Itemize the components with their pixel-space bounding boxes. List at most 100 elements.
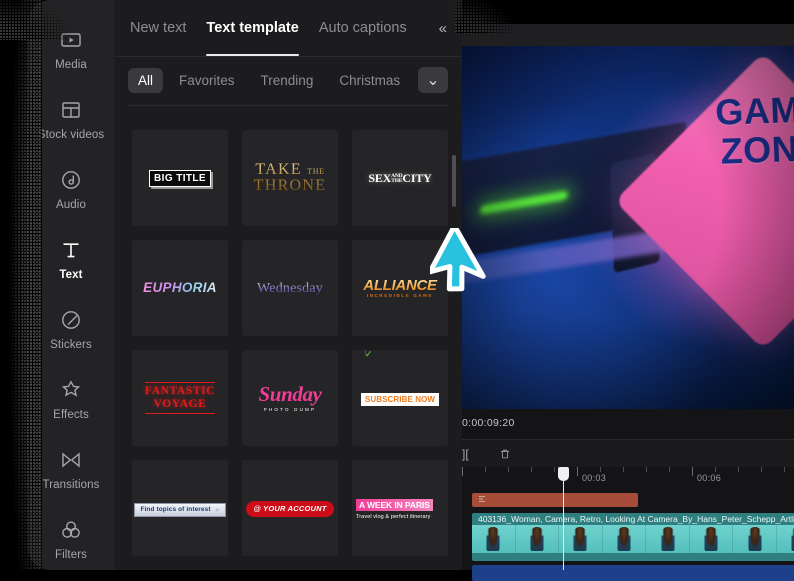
timeline-playhead[interactable] [558, 467, 569, 570]
sidebar-item-stickers[interactable]: Stickers [28, 294, 114, 364]
sidebar-item-label: Transitions [42, 478, 100, 491]
template-label-tiny2: THE [391, 178, 403, 185]
preview-vignette [462, 46, 794, 409]
template-sublabel: PHOTO DUMP [263, 406, 317, 412]
video-editor-window: Media Stock videos Audio Text Stickers E… [0, 0, 794, 581]
timecode-value: 0:00:09:20 [462, 417, 515, 429]
timeline-audio-clip[interactable] [472, 565, 794, 581]
video-clip-name: 403136_Woman, Camera, Retro, Looking At … [478, 514, 794, 524]
video-thumbnail [646, 525, 690, 553]
chip-all[interactable]: All [128, 67, 164, 93]
video-thumbnail [472, 525, 516, 553]
sidebar-item-label: Filters [54, 548, 87, 561]
stock-videos-icon [59, 98, 83, 122]
media-icon [59, 28, 83, 52]
template-label: EUPHORIA [143, 280, 217, 295]
sidebar-item-effects[interactable]: Effects [28, 364, 114, 434]
sidebar-item-transitions[interactable]: Transitions [28, 434, 114, 504]
sidebar-item-audio[interactable]: Audio [28, 154, 114, 224]
playhead-handle[interactable] [558, 467, 569, 481]
effects-icon [59, 378, 83, 402]
collapse-panel-icon[interactable]: « [439, 20, 447, 37]
template-label: SUBSCRIBE NOW [364, 394, 436, 404]
text-icon [59, 238, 83, 262]
timeline-text-clip[interactable] [472, 493, 638, 507]
video-thumbnail [689, 525, 734, 553]
video-thumbnail [733, 525, 777, 553]
chip-favorites[interactable]: Favorites [169, 68, 245, 93]
sidebar-item-label: Media [55, 58, 87, 71]
ruler-label: 00:03 [582, 473, 607, 483]
template-label: A WEEK IN PARIS [356, 499, 433, 511]
delete-icon[interactable] [499, 448, 511, 460]
audio-icon [59, 168, 83, 192]
tab-auto-captions[interactable]: Auto captions [319, 0, 407, 56]
template-card-fantastic-voyage[interactable]: FANTASTIC VOYAGE [132, 350, 228, 446]
template-card-take-the-throne[interactable]: TAKE THE THRONE [242, 130, 338, 226]
sidebar-item-label: Audio [56, 198, 86, 211]
template-label: Sunday [258, 381, 322, 406]
template-card-euphoria[interactable]: EUPHORIA [132, 240, 228, 336]
video-thumbnail [515, 525, 560, 553]
timeline-tracks: 403136_Woman, Camera, Retro, Looking At … [462, 489, 794, 581]
template-label-2: THRONE [253, 177, 327, 194]
panel-scrollbar[interactable] [452, 155, 456, 207]
sidebar-item-label: Stock videos [37, 128, 105, 141]
template-card-wednesday[interactable]: Wednesday [242, 240, 338, 336]
split-icon[interactable]: ][ [462, 447, 469, 461]
panel-divider [128, 105, 448, 106]
timecode-readout: 0:00:09:20 [462, 409, 794, 439]
template-card-your-account[interactable]: @ YOUR ACCOUNT [242, 460, 338, 556]
text-clip-icon [478, 495, 486, 505]
template-card-sunday[interactable]: Sunday PHOTO DUMP [242, 350, 338, 446]
ruler-label: 00:06 [697, 473, 722, 483]
search-icon: ⌕ [215, 506, 220, 514]
template-card-a-week-in-paris[interactable]: A WEEK IN PARIS Travel vlog & perfect it… [352, 460, 448, 556]
category-chip-row: All Favorites Trending Christmas ⌄ [114, 57, 462, 93]
preview-toolbar [462, 24, 794, 46]
editor-main-area: GAME ZONE 0:00:09:20 ][ 00:03 [462, 0, 794, 581]
transitions-icon [59, 448, 83, 472]
template-label: Find topics of interest [140, 505, 211, 513]
template-card-find-topics[interactable]: Find topics of interest ⌕ [132, 460, 228, 556]
text-panel: New text Text template Auto captions « A… [114, 0, 462, 570]
preview-topbar [462, 0, 794, 24]
template-label: FANTASTIC [144, 384, 216, 397]
video-thumbnail [602, 525, 647, 553]
template-card-big-title[interactable]: BIG TITLE [132, 130, 228, 226]
template-card-sex-and-the-city[interactable]: SEXAND THECITY [352, 130, 448, 226]
timeline-toolbar: ][ [462, 439, 794, 468]
video-preview[interactable]: GAME ZONE [462, 46, 794, 409]
template-label-2: VOYAGE [153, 398, 207, 410]
template-grid-wrapper: BIG TITLE TAKE THE THRONE SEXANDTHECITY [114, 122, 462, 570]
template-label: ALLIANCE [363, 276, 437, 294]
timeline-video-clip[interactable]: 403136_Woman, Camera, Retro, Looking At … [472, 513, 794, 561]
sidebar-item-stock-videos[interactable]: Stock videos [28, 84, 114, 154]
template-label-2: CITY [402, 170, 432, 185]
filters-icon [59, 518, 83, 542]
template-card-subscribe-now[interactable]: ✓ SUBSCRIBE NOW [352, 350, 448, 446]
tab-new-text[interactable]: New text [130, 0, 186, 56]
chevron-down-icon[interactable]: ⌄ [418, 67, 448, 93]
stickers-icon [59, 308, 83, 332]
tab-text-template[interactable]: Text template [206, 0, 300, 56]
sidebar-item-text[interactable]: Text [28, 224, 114, 294]
template-label: Wednesday [257, 281, 323, 296]
sidebar-item-filters[interactable]: Filters [28, 504, 114, 574]
video-thumbnail [559, 525, 603, 553]
timeline-ruler[interactable]: 00:03 00:06 [462, 467, 794, 490]
check-icon: ✓ [364, 350, 373, 359]
left-nav-rail: Media Stock videos Audio Text Stickers E… [28, 0, 114, 570]
chip-trending[interactable]: Trending [251, 68, 324, 93]
panel-tab-bar: New text Text template Auto captions « [114, 0, 462, 57]
template-sublabel: Travel vlog & perfect itinerary [356, 513, 431, 520]
sidebar-item-media[interactable]: Media [28, 14, 114, 84]
template-label-mid: THE [307, 166, 325, 176]
chip-christmas[interactable]: Christmas [329, 68, 410, 93]
video-thumbnail-strip [472, 525, 794, 553]
video-thumbnail [776, 525, 794, 553]
template-sublabel: INCREDIBLE GAME [366, 292, 434, 298]
sidebar-item-label: Text [59, 268, 83, 281]
template-card-alliance[interactable]: ALLIANCE INCREDIBLE GAME [352, 240, 448, 336]
sidebar-item-label: Stickers [50, 338, 92, 351]
